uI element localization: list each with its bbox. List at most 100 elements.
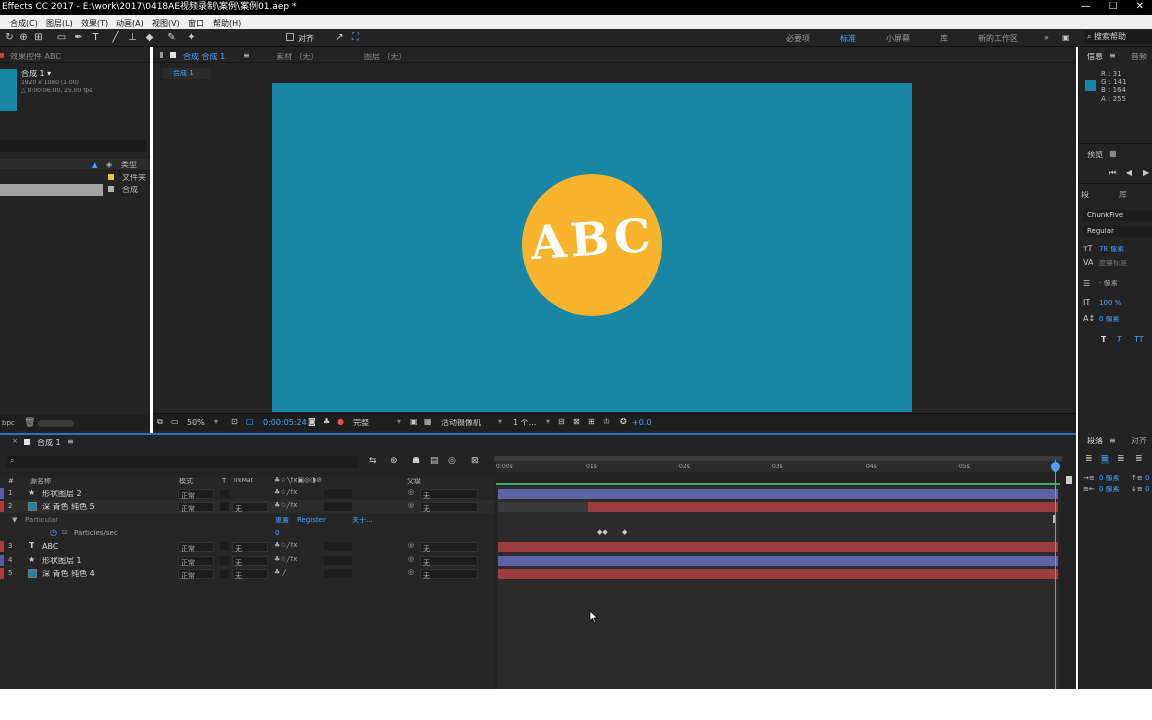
label-color[interactable] bbox=[0, 568, 4, 579]
lock-tab-icon[interactable] bbox=[24, 439, 30, 445]
tab-audio[interactable]: 音频 bbox=[1131, 53, 1147, 61]
align-left-icon[interactable]: ≣ bbox=[1085, 455, 1093, 464]
menu-window[interactable]: 窗口 bbox=[188, 18, 204, 29]
breadcrumb[interactable]: 合成 1 bbox=[163, 68, 211, 79]
trkmat-select[interactable]: 无 bbox=[232, 502, 268, 513]
camera-select[interactable]: 活动摄像机 bbox=[441, 419, 481, 427]
parent-select[interactable]: 无 bbox=[420, 569, 478, 580]
effect-reset-link[interactable]: 重置 bbox=[275, 517, 289, 524]
layer-switch-icons[interactable]: ♣ ╱ bbox=[274, 569, 287, 576]
label-color[interactable] bbox=[0, 541, 4, 552]
preserve-transparency-toggle[interactable] bbox=[220, 556, 229, 565]
layer-switch-boxes[interactable] bbox=[324, 542, 352, 551]
camera-tool-icon[interactable]: ⊕ bbox=[18, 32, 29, 43]
layer-switch-icons[interactable]: ♣☆╱fx bbox=[274, 502, 297, 509]
clone-stamp-tool-icon[interactable]: ⊥ bbox=[127, 32, 138, 43]
grid-toggle-icon[interactable]: ⧉ bbox=[157, 418, 163, 426]
preserve-transparency-toggle[interactable] bbox=[220, 502, 229, 511]
layer-mode-select[interactable]: 正常 bbox=[178, 489, 214, 500]
close-tab-icon[interactable] bbox=[0, 53, 4, 58]
table-row[interactable]: 4 ★ 形状图层 1 正常 无 ♣☆╱fx ◎ 无 bbox=[0, 554, 494, 567]
label-color[interactable] bbox=[0, 488, 4, 499]
search-help-input[interactable]: ⌕ 搜索帮助 bbox=[1084, 31, 1152, 44]
font-family-select[interactable]: ChunkFive bbox=[1083, 210, 1152, 221]
effect-about-link[interactable]: 关于... bbox=[352, 517, 373, 524]
table-row[interactable]: 3 T ABC 正常 无 ♣☆╱fx ◎ 无 bbox=[0, 540, 494, 553]
workspace-libraries[interactable]: 库 bbox=[940, 33, 948, 44]
layer-mode-select[interactable]: 正常 bbox=[178, 556, 214, 567]
maximize-icon[interactable]: ☐ bbox=[1109, 2, 1118, 12]
col-trkmat[interactable]: TrkMat bbox=[233, 478, 253, 484]
close-timeline-icon[interactable]: × bbox=[12, 438, 18, 445]
tab-menu-icon[interactable]: ≡ bbox=[243, 52, 250, 60]
layer-switch-icons[interactable]: ♣☆╱fx bbox=[274, 556, 297, 563]
time-ruler[interactable]: 0:00s 01s 02s 03s 04s 05s bbox=[496, 461, 1060, 472]
minimize-icon[interactable]: — bbox=[1081, 2, 1091, 12]
table-row[interactable]: 5 深 青色 纯色 4 正常 无 ♣ ╱ ◎ 无 bbox=[0, 567, 494, 580]
graph-editor-icon[interactable]: ⊠ bbox=[471, 457, 479, 466]
stopwatch-icon[interactable]: ◷ bbox=[50, 529, 57, 537]
trash-icon[interactable]: 🗑 bbox=[24, 418, 35, 428]
comp-flowchart-icon[interactable]: ⇆ bbox=[369, 457, 377, 466]
layer-mode-select[interactable]: 正常 bbox=[178, 569, 214, 580]
label-tag-icon[interactable]: ◈ bbox=[106, 160, 112, 169]
list-item[interactable]: 合成 bbox=[103, 184, 150, 196]
tab-align[interactable]: 对齐 bbox=[1131, 437, 1147, 445]
first-frame-icon[interactable]: ⏮ bbox=[1109, 169, 1116, 177]
composition-tab[interactable]: 合成 合成 1 bbox=[183, 53, 225, 61]
footage-tab[interactable]: 素材 （无） bbox=[276, 53, 319, 61]
table-row[interactable]: 2 深 青色 纯色 5 正常 无 ♣☆╱fx ◎ 无 bbox=[0, 500, 494, 513]
monitor-icon[interactable]: ▭ bbox=[171, 418, 179, 426]
region-icon[interactable]: ▢ bbox=[246, 418, 254, 426]
keyframe-icon[interactable]: ◆ bbox=[622, 529, 627, 536]
space-after-value[interactable]: 0 bbox=[1145, 486, 1149, 493]
expand-arrow-icon[interactable]: ▼ bbox=[12, 517, 17, 524]
flowchart-icon[interactable]: ♔ bbox=[603, 418, 610, 426]
effect-row[interactable]: ▼ Particular 重置 Register 关于... bbox=[0, 514, 494, 527]
close-icon[interactable]: ✕ bbox=[1136, 2, 1144, 12]
fast-preview-icon[interactable]: ⊠ bbox=[573, 418, 580, 426]
layer-mode-select[interactable]: 正常 bbox=[178, 502, 214, 513]
timeline-search-input[interactable]: ⌕ bbox=[6, 456, 358, 468]
effect-register-link[interactable]: Register bbox=[297, 517, 326, 524]
pickwhip-icon[interactable]: ◎ bbox=[408, 542, 414, 549]
sort-up-icon[interactable]: ▲ bbox=[92, 161, 97, 169]
prev-frame-icon[interactable]: ◀ bbox=[1126, 169, 1132, 177]
pen-tool-icon[interactable]: ✒ bbox=[73, 32, 84, 43]
eraser-tool-icon[interactable]: ◆ bbox=[144, 32, 155, 43]
align-checkbox[interactable] bbox=[286, 33, 294, 41]
snap-options-icon[interactable]: ⛶ bbox=[350, 32, 361, 43]
layer-duration-bar[interactable] bbox=[498, 542, 1058, 552]
type-tool-icon[interactable]: T bbox=[90, 32, 101, 43]
all-caps-button[interactable]: TT bbox=[1134, 336, 1144, 344]
pickwhip-icon[interactable]: ◎ bbox=[408, 556, 414, 563]
channel-icon[interactable]: ● bbox=[337, 418, 344, 426]
layer-switch-boxes[interactable] bbox=[324, 489, 352, 498]
trkmat-select[interactable]: 无 bbox=[232, 556, 268, 567]
playhead-line[interactable] bbox=[1055, 460, 1056, 689]
keyframe-icon[interactable]: ◆◆ bbox=[597, 529, 608, 536]
layer-name[interactable]: 深 青色 纯色 4 bbox=[42, 570, 95, 578]
zoom-select[interactable]: 50% bbox=[187, 419, 205, 427]
table-row[interactable]: 1 ★ 形状图层 2 正常 ♣☆╱fx ◎ 无 bbox=[0, 487, 494, 500]
property-value[interactable]: 0 bbox=[275, 530, 279, 537]
space-before-value[interactable]: 0 bbox=[1145, 475, 1149, 482]
info-menu-icon[interactable]: ≡ bbox=[1109, 52, 1116, 60]
leading-value[interactable]: - 像素 bbox=[1099, 280, 1118, 287]
motion-blur-icon[interactable]: ◎ bbox=[448, 457, 456, 466]
more-workspaces-icon[interactable]: » bbox=[1044, 33, 1049, 42]
col-t[interactable]: T bbox=[222, 478, 226, 485]
layer-name[interactable]: 形状图层 2 bbox=[42, 490, 82, 498]
col-parent[interactable]: 父级 bbox=[407, 478, 421, 485]
breadcrumb-comp[interactable]: 合成 1 bbox=[173, 70, 194, 77]
views-select[interactable]: 1 个... bbox=[513, 419, 536, 427]
font-style-select[interactable]: Regular bbox=[1083, 226, 1152, 237]
exposure-value[interactable]: +0.0 bbox=[632, 419, 651, 427]
tab-info[interactable]: 信息 bbox=[1087, 53, 1103, 61]
col-mode[interactable]: 模式 bbox=[179, 478, 193, 485]
kerning-value[interactable]: 度量标准 bbox=[1099, 260, 1127, 267]
work-area-end-icon[interactable] bbox=[1066, 476, 1072, 484]
views-dropdown-icon[interactable]: ▾ bbox=[546, 418, 550, 426]
indent-right-value[interactable]: 0 像素 bbox=[1099, 486, 1120, 493]
lock-tab-icon[interactable] bbox=[170, 52, 176, 58]
